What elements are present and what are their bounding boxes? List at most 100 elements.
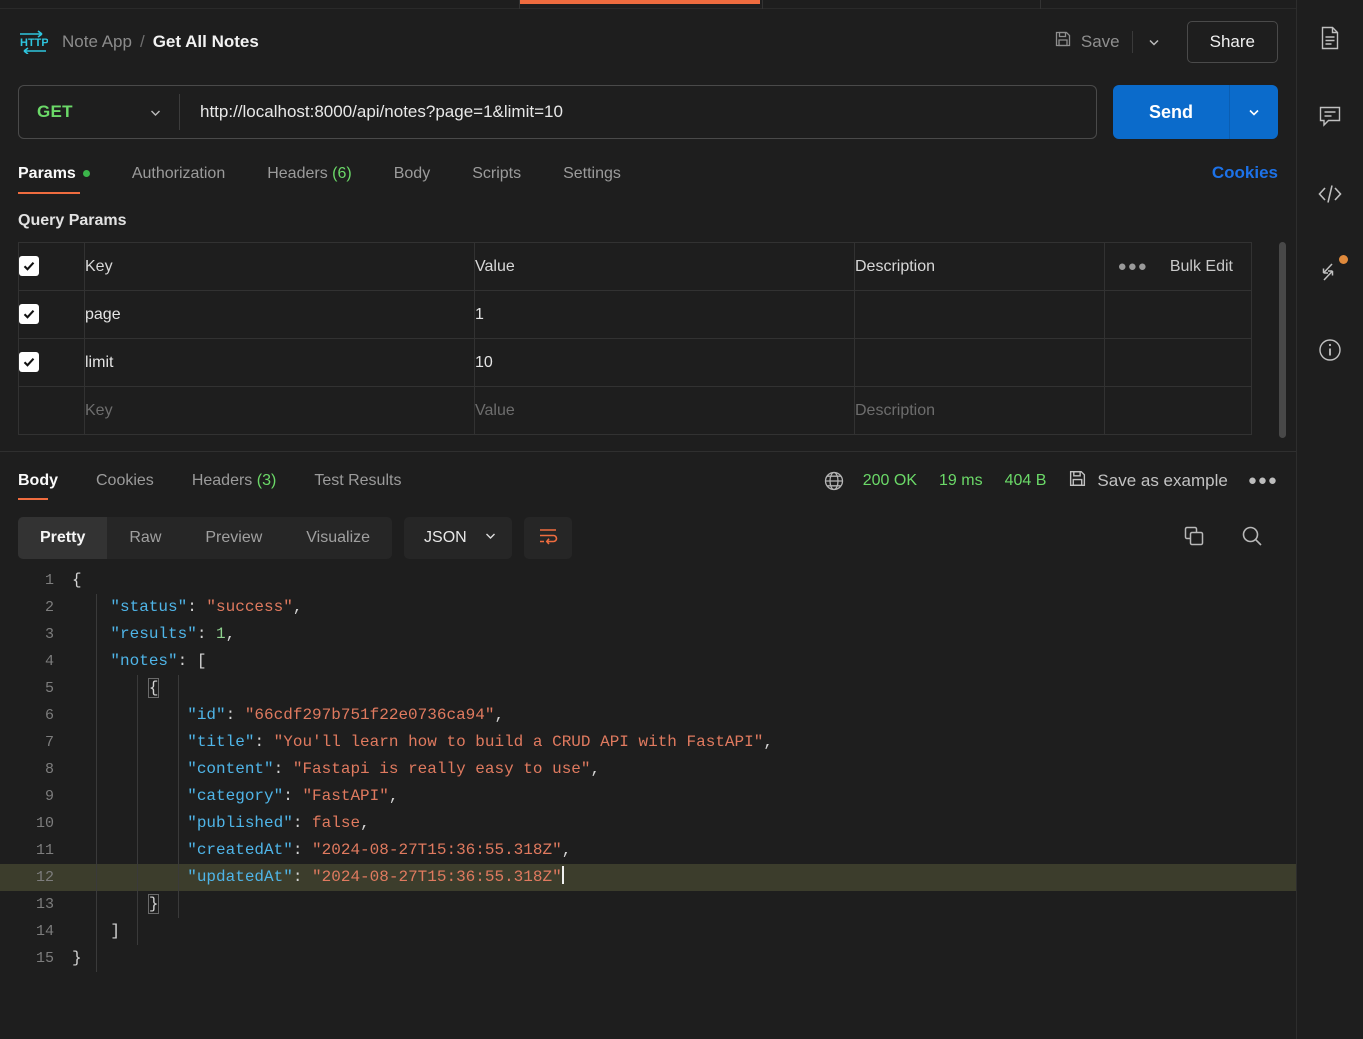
view-mode-visualize[interactable]: Visualize <box>284 517 392 559</box>
table-row: limit 10 <box>18 338 1252 387</box>
line-number: 2 <box>44 599 54 616</box>
method-selector[interactable]: GET <box>19 102 179 122</box>
new-param-key-input[interactable]: Key <box>84 386 475 435</box>
new-param-value-input[interactable]: Value <box>474 386 855 435</box>
tab-body[interactable]: Body <box>394 165 430 194</box>
code-text: { <box>147 678 160 698</box>
tab-divider <box>762 0 763 9</box>
view-mode-raw[interactable]: Raw <box>107 517 183 559</box>
bulk-edit-button[interactable]: Bulk Edit <box>1170 258 1233 276</box>
breadcrumb-folder[interactable]: Note App <box>62 32 132 52</box>
query-params-table: Key Value Description ●●● Bulk Edit page <box>18 242 1252 435</box>
response-size: 404 B <box>1004 471 1047 489</box>
comment-icon[interactable] <box>1310 96 1350 136</box>
tab-response-headers[interactable]: Headers (3) <box>192 472 277 500</box>
chevron-down-icon <box>148 105 179 120</box>
line-number: 4 <box>44 653 54 670</box>
line-number: 14 <box>35 923 54 940</box>
row-checkbox[interactable] <box>19 303 39 324</box>
globe-icon[interactable] <box>823 470 845 492</box>
ellipsis-icon[interactable]: ●●● <box>1248 472 1278 489</box>
code-line: 5 { <box>0 675 1296 702</box>
view-mode-pretty[interactable]: Pretty <box>18 517 108 559</box>
code-text: "published": false, <box>187 814 370 832</box>
tab-scripts[interactable]: Scripts <box>472 165 521 194</box>
tab-settings[interactable]: Settings <box>563 165 621 194</box>
tab-test-results[interactable]: Test Results <box>314 472 401 500</box>
code-line: 2 "status": "success", <box>0 594 1296 621</box>
search-icon[interactable] <box>1240 524 1264 553</box>
param-key[interactable]: limit <box>84 338 475 387</box>
save-label: Save <box>1080 31 1120 51</box>
view-mode-group: Pretty Raw Preview Visualize <box>18 517 393 559</box>
floppy-disk-icon <box>1054 30 1072 53</box>
code-line: 4 "notes": [ <box>0 648 1296 675</box>
indent-guide <box>137 675 138 945</box>
code-text: } <box>72 949 82 967</box>
save-button[interactable]: Save <box>1044 23 1130 60</box>
param-value[interactable]: 10 <box>474 338 855 387</box>
request-header: HTTP Note App / Get All Notes Save Share <box>0 9 1296 74</box>
line-number: 5 <box>44 680 54 697</box>
svg-text:HTTP: HTTP <box>20 37 48 49</box>
format-label: JSON <box>424 529 467 546</box>
code-line: 8 "content": "Fastapi is really easy to … <box>0 756 1296 783</box>
save-as-example-button[interactable]: Save as example <box>1068 469 1228 493</box>
param-row-spacer <box>1104 338 1252 387</box>
code-line: 3 "results": 1, <box>0 621 1296 648</box>
save-options-button[interactable] <box>1135 27 1173 57</box>
tab-authorization[interactable]: Authorization <box>132 165 225 194</box>
code-text: { <box>72 571 82 589</box>
json-code: 1{2 "status": "success", 3 "results": 1, 4… <box>0 567 1296 972</box>
code-icon[interactable] <box>1310 174 1350 214</box>
share-button[interactable]: Share <box>1186 20 1278 63</box>
param-value[interactable]: 1 <box>474 290 855 339</box>
line-number: 1 <box>44 572 54 589</box>
tab-response-cookies[interactable]: Cookies <box>96 472 154 500</box>
wrap-lines-button[interactable] <box>523 517 572 559</box>
select-all-checkbox[interactable] <box>19 255 39 276</box>
info-icon[interactable] <box>1310 330 1350 370</box>
empty-checkbox-cell <box>18 386 85 435</box>
query-params-section: Query Params Key Value Description ●●● B… <box>0 194 1296 438</box>
code-text: "content": "Fastapi is really easy to us… <box>187 760 601 778</box>
param-key[interactable]: page <box>84 290 475 339</box>
chevron-down-icon <box>483 528 498 548</box>
param-description[interactable] <box>854 338 1105 387</box>
tab-response-body[interactable]: Body <box>18 472 58 500</box>
tab-divider <box>519 0 520 9</box>
save-as-example-label: Save as example <box>1097 470 1228 490</box>
param-row-spacer <box>1104 386 1252 435</box>
tab-headers[interactable]: Headers (6) <box>267 165 352 194</box>
response-body-toolbar: Pretty Raw Preview Visualize JSON <box>0 509 1296 567</box>
param-description[interactable] <box>854 290 1105 339</box>
tab-count: (6) <box>332 165 352 182</box>
copy-icon[interactable] <box>1182 524 1206 553</box>
table-row: page 1 <box>18 290 1252 339</box>
tab-count: (3) <box>256 472 277 489</box>
breadcrumb: Note App / Get All Notes <box>62 32 259 52</box>
code-line: 12 "updatedAt": "2024-08-27T15:36:55.318… <box>0 864 1296 891</box>
send-options-button[interactable] <box>1230 85 1278 139</box>
format-selector[interactable]: JSON <box>404 517 512 559</box>
documentation-icon[interactable] <box>1310 18 1350 58</box>
code-text: "title": "You'll learn how to build a CR… <box>187 733 773 751</box>
sync-icon[interactable] <box>1310 252 1350 292</box>
view-mode-preview[interactable]: Preview <box>183 517 284 559</box>
url-input[interactable]: http://localhost:8000/api/notes?page=1&l… <box>180 102 563 122</box>
code-line: 7 "title": "You'll learn how to build a … <box>0 729 1296 756</box>
line-number: 6 <box>44 707 54 724</box>
new-param-description-input[interactable]: Description <box>854 386 1105 435</box>
line-number: 13 <box>35 896 54 913</box>
select-all-cell <box>18 242 85 291</box>
page-title: Get All Notes <box>152 31 259 51</box>
cookies-link[interactable]: Cookies <box>1212 163 1278 194</box>
params-scrollbar[interactable] <box>1279 242 1286 438</box>
response-body-viewer[interactable]: 1{2 "status": "success", 3 "results": 1, 4… <box>0 567 1296 1039</box>
ellipsis-icon[interactable]: ●●● <box>1118 258 1148 275</box>
tab-params[interactable]: Params <box>18 165 90 194</box>
row-checkbox[interactable] <box>19 351 39 372</box>
code-text: "notes": [ <box>110 652 207 670</box>
send-button[interactable]: Send <box>1112 85 1229 139</box>
code-line: 11 "createdAt": "2024-08-27T15:36:55.318… <box>0 837 1296 864</box>
